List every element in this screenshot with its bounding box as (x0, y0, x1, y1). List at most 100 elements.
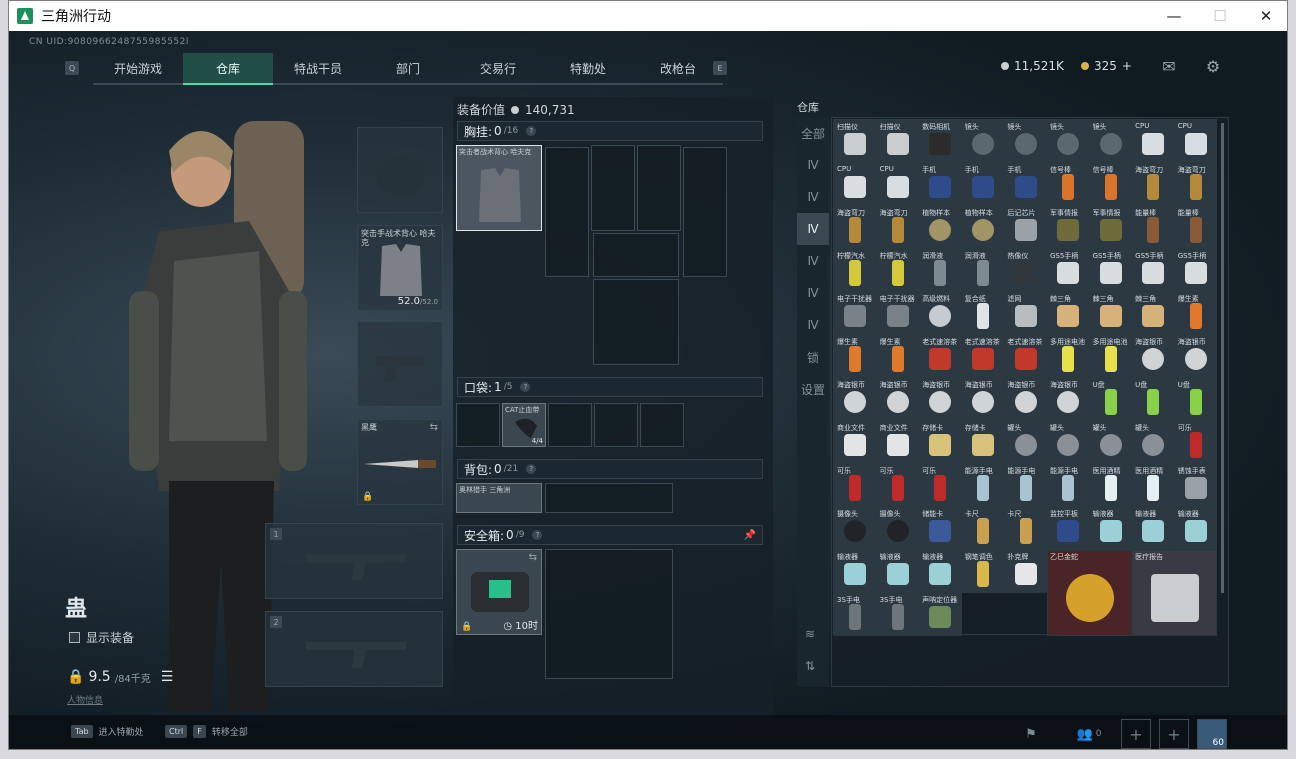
stack-icon[interactable]: ≋ (805, 627, 815, 641)
storage-item[interactable]: 钢笔调色 (961, 550, 1005, 593)
storage-item[interactable]: 能量棒 (1174, 206, 1218, 249)
storage-item[interactable]: 3S手电 (876, 593, 920, 636)
storage-item[interactable]: 商业文件 (834, 421, 877, 464)
safe-box-item[interactable]: ⇆ 🔒 ◷ 10时 (456, 549, 542, 635)
storage-item[interactable]: 手机 (1004, 163, 1047, 206)
storage-item[interactable]: 爆生素 (876, 335, 920, 378)
storage-item[interactable]: 输液器 (1132, 507, 1175, 550)
storage-item[interactable]: 老式速溶茶 (1004, 335, 1047, 378)
storage-item[interactable]: CPU (876, 163, 920, 206)
storage-item[interactable]: 海盗银币 (1046, 378, 1090, 421)
melee-slot[interactable]: 黑鹰 ⇆ 🔒 (357, 419, 443, 505)
close-button[interactable]: ✕ (1243, 1, 1287, 31)
pocket-cell[interactable] (456, 403, 500, 447)
rig-cell[interactable] (637, 145, 681, 231)
storage-item[interactable]: 能源手电 (961, 464, 1005, 507)
storage-item[interactable]: 可乐 (834, 464, 877, 507)
storage-item[interactable]: CPU (1132, 120, 1175, 163)
storage-item[interactable]: GS5手柄 (1089, 249, 1133, 292)
storage-item[interactable]: 海盗弯刀 (834, 206, 877, 249)
storage-item[interactable]: 海盗弯刀 (1174, 163, 1218, 206)
nav-next-key[interactable]: E (713, 61, 727, 75)
storage-item[interactable]: 军事情报 (1046, 206, 1090, 249)
storage-category-tab[interactable]: Ⅳ (797, 181, 829, 213)
storage-category-tab[interactable]: Ⅳ (797, 309, 829, 341)
player-avatar[interactable]: 60 (1197, 719, 1227, 749)
storage-item[interactable]: 输液器 (919, 550, 962, 593)
tab-6[interactable]: 改枪台 (633, 53, 723, 85)
help-icon[interactable]: ? (526, 464, 537, 474)
storage-item[interactable]: 可乐 (919, 464, 962, 507)
storage-item[interactable]: 热像仪 (1004, 249, 1047, 292)
storage-item[interactable]: 镜头 (1004, 120, 1047, 163)
storage-scrollbar[interactable] (1221, 123, 1224, 593)
storage-item[interactable]: 输液器 (834, 550, 877, 593)
storage-item[interactable]: 罐头 (1089, 421, 1133, 464)
storage-item[interactable]: 柠檬汽水 (876, 249, 920, 292)
operator-info-link[interactable]: 人物信息 (67, 693, 103, 706)
storage-item[interactable]: 镜头 (961, 120, 1005, 163)
list-icon[interactable]: ☰ (161, 669, 174, 685)
rig-cell[interactable] (593, 279, 679, 365)
storage-item[interactable]: 爆生素 (834, 335, 877, 378)
storage-item[interactable]: 植物样本 (961, 206, 1005, 249)
storage-item[interactable]: 乙巳金蛇 (1046, 550, 1133, 636)
helmet-slot[interactable] (357, 127, 443, 213)
show-equipment-toggle[interactable]: 显示装备 (69, 629, 134, 646)
storage-item[interactable]: 植物样本 (919, 206, 962, 249)
rig-cell[interactable] (683, 147, 727, 277)
storage-item[interactable]: 海盗银币 (961, 378, 1005, 421)
storage-item[interactable]: 输液器 (1089, 507, 1133, 550)
storage-item[interactable]: 多用途电池 (1046, 335, 1090, 378)
storage-item[interactable]: 老式速溶茶 (961, 335, 1005, 378)
storage-item[interactable]: 滤网 (1004, 292, 1047, 335)
storage-item[interactable]: 医疗报告 (1132, 550, 1218, 636)
storage-item[interactable]: 海盗弯刀 (876, 206, 920, 249)
storage-item[interactable]: 多用途电池 (1089, 335, 1133, 378)
rig-cell[interactable] (545, 147, 589, 277)
storage-item[interactable]: 商业文件 (876, 421, 920, 464)
storage-item[interactable]: 声呐定位器 (919, 593, 962, 636)
storage-item[interactable]: 后记芯片 (1004, 206, 1047, 249)
storage-item[interactable]: 柠檬汽水 (834, 249, 877, 292)
storage-item[interactable]: 储能卡 (919, 507, 962, 550)
storage-item[interactable]: 电子干扰器 (876, 292, 920, 335)
armor-slot[interactable]: 突击手战术背心 哈夫克 52.0/52.0 (357, 225, 443, 311)
help-icon[interactable]: ? (526, 126, 537, 136)
storage-item[interactable]: 海盗银币 (919, 378, 962, 421)
storage-item[interactable]: CPU (834, 163, 877, 206)
storage-category-tab[interactable]: Ⅳ (797, 213, 829, 245)
rig-cell[interactable] (593, 233, 679, 277)
storage-item[interactable]: 棘三角 (1089, 292, 1133, 335)
storage-item[interactable]: 复合纸 (961, 292, 1005, 335)
backpack-cell[interactable] (545, 483, 673, 513)
storage-item[interactable]: 摄像头 (876, 507, 920, 550)
storage-item[interactable]: 扫描仪 (876, 120, 920, 163)
storage-item[interactable]: 老式速溶茶 (919, 335, 962, 378)
storage-item[interactable]: 存储卡 (919, 421, 962, 464)
storage-item[interactable]: 海盗弯刀 (1132, 163, 1175, 206)
flag-icon[interactable]: ⚑ (1017, 721, 1045, 747)
storage-item[interactable]: 扑克牌 (1004, 550, 1047, 593)
secondary-weapon-slot[interactable]: 2 (265, 611, 443, 687)
minimize-button[interactable]: — (1151, 1, 1197, 31)
storage-category-tab[interactable]: Ⅳ (797, 149, 829, 181)
storage-item[interactable]: 可乐 (1174, 421, 1218, 464)
storage-item[interactable]: 镜头 (1046, 120, 1090, 163)
chest-rig-item[interactable]: 突击者战术背心 哈夫克 (456, 145, 542, 231)
storage-item[interactable]: 3S手电 (834, 593, 877, 636)
storage-category-tab[interactable]: 全部 (797, 117, 829, 149)
storage-item[interactable]: 电子干扰器 (834, 292, 877, 335)
safe-box-grid[interactable] (545, 549, 673, 679)
pistol-slot[interactable] (357, 321, 443, 407)
storage-item[interactable]: GS5手柄 (1046, 249, 1090, 292)
recharge-button[interactable]: + (1122, 59, 1132, 73)
maximize-button[interactable]: ☐ (1197, 1, 1243, 31)
storage-item[interactable]: U盘 (1174, 378, 1218, 421)
backpack-item[interactable]: 奥林猎手 三角洲 (456, 483, 542, 513)
storage-category-tab[interactable]: 锁 (797, 341, 829, 373)
storage-category-tab[interactable]: 设置 (797, 373, 829, 405)
storage-item[interactable]: 能源手电 (1046, 464, 1090, 507)
storage-item[interactable]: U盘 (1089, 378, 1133, 421)
tab-2[interactable]: 特战干员 (273, 53, 363, 85)
